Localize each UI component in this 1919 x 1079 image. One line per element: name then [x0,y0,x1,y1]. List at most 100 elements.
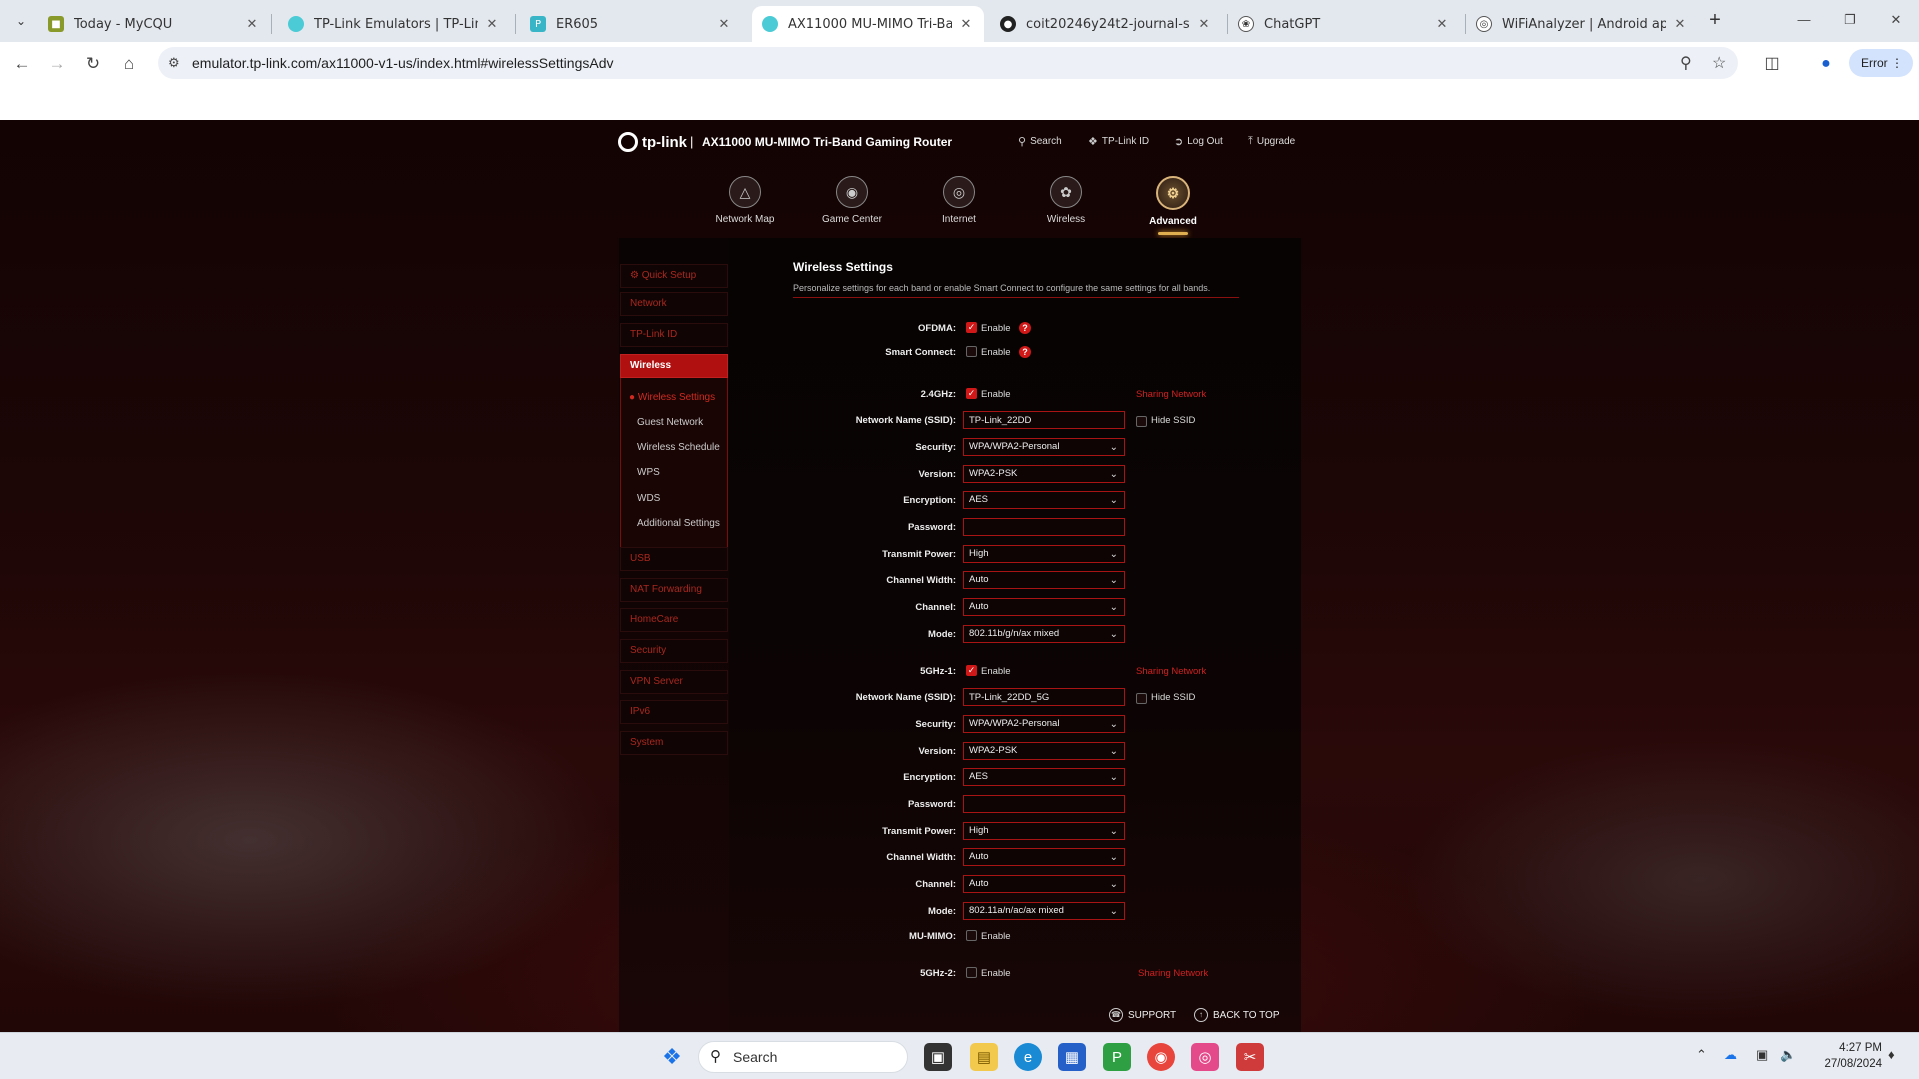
show-hidden-icons-icon[interactable]: ⌃ [1696,1047,1707,1063]
extensions-icon[interactable]: ◫ [1758,50,1786,78]
sidebar-item-system[interactable]: System [620,731,728,755]
browser-tab[interactable]: P ER605 ✕ [520,6,742,42]
close-tab-icon[interactable]: ✕ [1434,17,1450,32]
band-5g1-enable-checkbox[interactable]: ✓ [966,665,977,676]
submenu-item-wireless-settings[interactable]: ● Wireless Settings [629,392,715,403]
band-5g1-power-select[interactable]: High ⌄ [963,822,1125,840]
band-24-ssid-input[interactable] [963,411,1125,429]
ofdma-checkbox[interactable]: ✓ [966,322,977,333]
sidebar-item-security[interactable]: Security [620,639,728,663]
notifications-bell-icon[interactable]: ♦ [1888,1047,1895,1062]
band-5g1-password-input[interactable] [963,795,1125,813]
browser-tab[interactable]: ◎ WiFiAnalyzer | Android applicat ✕ [1466,6,1698,42]
close-tab-icon[interactable]: ✕ [716,17,732,32]
app-green-icon[interactable]: P [1103,1043,1131,1071]
band-5g1-ssid-input[interactable] [963,688,1125,706]
search-link[interactable]: ⚲ Search [1018,135,1062,148]
windows-start-icon[interactable]: ❖ [658,1043,686,1071]
browser-tab[interactable]: ❀ ChatGPT ✕ [1228,6,1460,42]
restore-icon[interactable]: ❐ [1826,0,1874,40]
smart-connect-checkbox[interactable] [966,346,977,357]
onedrive-icon[interactable]: ☁ [1724,1047,1737,1063]
support-link[interactable]: ☎ SUPPORT [1109,1008,1176,1022]
url-text[interactable]: emulator.tp-link.com/ax11000-v1-us/index… [192,55,614,71]
close-tab-icon[interactable]: ✕ [1672,17,1688,32]
submenu-item-wds[interactable]: WDS [637,493,660,504]
edge-icon[interactable]: e [1014,1043,1042,1071]
band-24-security-select[interactable]: WPA/WPA2-Personal ⌄ [963,438,1125,456]
tab-search-chevron-icon[interactable]: ⌄ [8,8,34,34]
band-5g1-mode-select[interactable]: 802.11a/n/ac/ax mixed ⌄ [963,902,1125,920]
instagram-icon[interactable]: ◎ [1191,1043,1219,1071]
browser-tab[interactable]: ● coit20246y24t2-journal-sohel7 ✕ [990,6,1222,42]
back-icon[interactable]: ← [8,50,36,78]
band-5g1-channel-select[interactable]: Auto ⌄ [963,875,1125,893]
sidebar-item-wireless[interactable]: Wireless [620,354,728,378]
snipping-tool-icon[interactable]: ✂ [1236,1043,1264,1071]
sidebar-item-ipv6[interactable]: IPv6 [620,700,728,724]
band-5g1-hide-ssid-checkbox[interactable] [1136,693,1147,704]
band-5g2-sharing-network-link[interactable]: Sharing Network [1138,968,1208,979]
close-tab-icon[interactable]: ✕ [958,17,974,32]
volume-muted-icon[interactable]: 🔈 [1780,1047,1796,1063]
clock[interactable]: 4:27 PM 27/08/2024 [1800,1040,1882,1072]
address-bar[interactable]: ⚙ emulator.tp-link.com/ax11000-v1-us/ind… [158,47,1738,79]
task-view-icon[interactable]: ▣ [924,1043,952,1071]
mu-mimo-checkbox[interactable] [966,930,977,941]
ofdma-help-icon[interactable]: ? [1019,322,1031,334]
close-tab-icon[interactable]: ✕ [244,17,260,32]
band-5g1-version-select[interactable]: WPA2-PSK ⌄ [963,742,1125,760]
nav-advanced[interactable]: ⚙ Advanced [1128,176,1218,235]
site-info-icon[interactable]: ⚙ [168,55,180,71]
band-24-mode-select[interactable]: 802.11b/g/n/ax mixed ⌄ [963,625,1125,643]
logout-link[interactable]: ➲ Log Out [1174,135,1223,148]
sidebar-item-homecare[interactable]: HomeCare [620,608,728,632]
close-window-icon[interactable]: ✕ [1872,0,1919,40]
sidebar-item-quick-setup[interactable]: ⚙ Quick Setup [620,264,728,288]
band-5g1-width-select[interactable]: Auto ⌄ [963,848,1125,866]
forward-icon[interactable]: → [43,50,71,78]
band-24-channel-select[interactable]: Auto ⌄ [963,598,1125,616]
browser-tab-active[interactable]: AX11000 MU-MIMO Tri-Band G ✕ [752,6,984,42]
browser-tab[interactable]: TP-Link Emulators | TP-Link Aus ✕ [278,6,510,42]
nav-wireless[interactable]: ✿ Wireless [1021,176,1111,225]
reload-icon[interactable]: ↻ [79,50,107,78]
submenu-item-wps[interactable]: WPS [637,467,660,478]
minimize-icon[interactable]: — [1780,0,1828,40]
taskbar-search[interactable]: ⚲ Search [698,1041,908,1073]
zoom-icon[interactable]: ⚲ [1680,53,1692,73]
nav-network-map[interactable]: △ Network Map [700,176,790,225]
chrome-icon[interactable]: ◉ [1147,1043,1175,1071]
band-24-hide-ssid-checkbox[interactable] [1136,416,1147,427]
sidebar-item-usb[interactable]: USB [620,547,728,571]
tplink-logo[interactable]: tp-link [618,132,687,152]
smart-connect-help-icon[interactable]: ? [1019,346,1031,358]
band-24-power-select[interactable]: High ⌄ [963,545,1125,563]
band-24-sharing-network-link[interactable]: Sharing Network [1136,389,1206,400]
file-explorer-icon[interactable]: ▤ [970,1043,998,1071]
network-icon[interactable]: ▣ [1756,1047,1768,1063]
band-24-width-select[interactable]: Auto ⌄ [963,571,1125,589]
profile-avatar-icon[interactable]: ● [1812,50,1840,78]
close-tab-icon[interactable]: ✕ [484,17,500,32]
bookmark-star-icon[interactable]: ☆ [1712,53,1726,73]
band-5g2-enable-checkbox[interactable] [966,967,977,978]
store-icon[interactable]: ▦ [1058,1043,1086,1071]
band-24-enable-checkbox[interactable]: ✓ [966,388,977,399]
submenu-item-guest-network[interactable]: Guest Network [637,417,703,428]
band-24-password-input[interactable] [963,518,1125,536]
back-to-top-link[interactable]: ↑ BACK TO TOP [1194,1008,1280,1022]
band-24-encryption-select[interactable]: AES ⌄ [963,491,1125,509]
tplink-id-link[interactable]: ❖ TP-Link ID [1088,135,1149,148]
band-5g1-sharing-network-link[interactable]: Sharing Network [1136,666,1206,677]
error-button[interactable]: Error ⋮ [1849,49,1913,77]
sidebar-item-tplink-id[interactable]: TP-Link ID [620,323,728,347]
nav-internet[interactable]: ◎ Internet [914,176,1004,225]
band-24-version-select[interactable]: WPA2-PSK ⌄ [963,465,1125,483]
browser-tab[interactable]: ■ Today - MyCQU ✕ [38,6,270,42]
nav-game-center[interactable]: ◉ Game Center [807,176,897,225]
submenu-item-wireless-schedule[interactable]: Wireless Schedule [637,442,720,453]
upgrade-link[interactable]: ⤒ Upgrade [1248,135,1295,148]
new-tab-button[interactable]: + [1702,8,1728,34]
band-5g1-security-select[interactable]: WPA/WPA2-Personal ⌄ [963,715,1125,733]
